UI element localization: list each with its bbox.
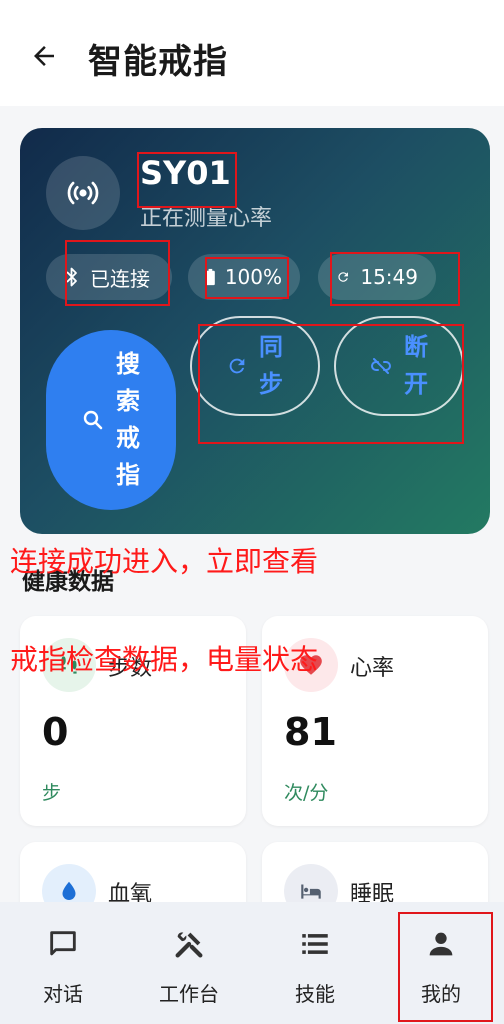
steps-unit: 步 [42,782,62,804]
highlight-device-name [137,152,237,208]
search-ring-button[interactable]: 搜索戒指 [46,330,176,510]
steps-value: 0 [42,710,69,754]
highlight-connection-status [65,240,170,306]
highlight-battery [205,257,289,299]
back-button[interactable] [24,36,64,76]
page-title: 智能戒指 [88,42,228,82]
list-icon [295,924,335,964]
tab-workbench-label: 工作台 [159,982,219,1006]
broadcast-icon [67,181,99,205]
tab-chat[interactable]: 对话 [0,902,126,1024]
search-icon [83,410,103,430]
tab-skills-label: 技能 [295,982,335,1006]
tab-skills[interactable]: 技能 [252,902,378,1024]
tab-chat-label: 对话 [43,982,83,1006]
annotation-text-2: 戒指检查数据，电量状态 [10,643,319,676]
search-ring-label: 搜索戒指 [116,350,140,489]
highlight-tab-mine [398,912,493,1022]
heart-rate-unit: 次/分 [284,782,329,804]
heart-rate-value: 81 [284,710,337,754]
annotation-text-1: 连接成功进入，立即查看 [10,545,319,578]
highlight-action-buttons [198,324,464,444]
heart-rate-label: 心率 [350,656,395,681]
chat-icon [43,924,83,964]
tools-icon [169,924,209,964]
device-icon [46,156,120,230]
arrow-left-icon [34,46,54,66]
tab-workbench[interactable]: 工作台 [126,902,252,1024]
top-app-bar: 智能戒指 [0,0,504,106]
highlight-sync-time [330,252,460,306]
